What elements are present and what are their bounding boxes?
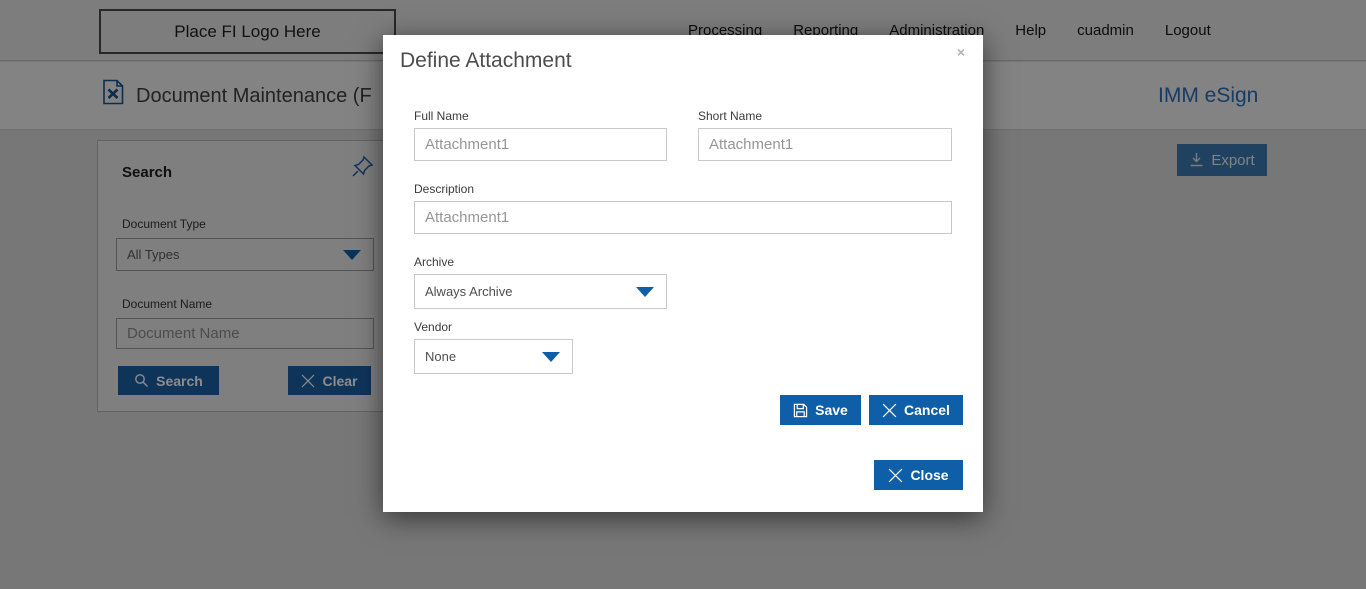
vendor-select[interactable]: None	[414, 339, 573, 374]
archive-select[interactable]: Always Archive	[414, 274, 667, 309]
full-name-input[interactable]	[414, 128, 667, 161]
close-button[interactable]: Close	[874, 460, 963, 490]
save-icon	[793, 403, 808, 417]
dialog-close-icon[interactable]: ×	[957, 45, 965, 59]
archive-value: Always Archive	[425, 284, 513, 299]
dialog-title: Define Attachment	[400, 49, 572, 72]
close-icon	[882, 403, 897, 417]
vendor-label: Vendor	[414, 320, 453, 334]
short-name-label: Short Name	[698, 109, 763, 123]
full-name-label: Full Name	[414, 109, 469, 123]
define-attachment-dialog: Define Attachment × Full Name Short Name…	[383, 35, 983, 512]
short-name-input[interactable]	[698, 128, 952, 161]
chevron-down-icon	[542, 351, 560, 362]
description-label: Description	[414, 182, 475, 196]
description-input[interactable]	[414, 201, 952, 234]
close-button-label: Close	[910, 467, 949, 483]
save-button-label: Save	[815, 402, 848, 418]
vendor-value: None	[425, 349, 457, 364]
chevron-down-icon	[636, 286, 654, 297]
cancel-button[interactable]: Cancel	[869, 395, 963, 425]
save-button[interactable]: Save	[780, 395, 861, 425]
close-icon	[889, 468, 903, 482]
archive-label: Archive	[414, 255, 455, 269]
screen: Place FI Logo Here Processing Reporting …	[0, 0, 1366, 589]
cancel-button-label: Cancel	[904, 402, 950, 418]
